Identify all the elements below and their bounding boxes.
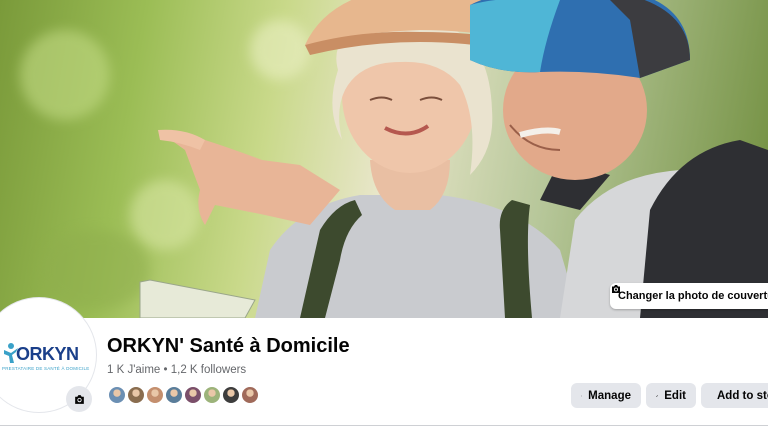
orkyn-logo: ORKYN PRESTATAIRE DE SANTÉ À DOMICILE: [0, 338, 92, 378]
page-stats[interactable]: 1 K J'aime • 1,2 K followers: [107, 364, 246, 376]
pencil-icon: [656, 394, 659, 397]
friend-avatars[interactable]: [107, 385, 260, 405]
page-title: ORKYN' Santé à Domicile: [107, 335, 350, 357]
camera-icon: [612, 285, 620, 293]
add-to-story-label: Add to story: [717, 389, 768, 402]
logo-subtext: PRESTATAIRE DE SANTÉ À DOMICILE: [2, 366, 90, 371]
manage-label: Manage: [588, 389, 631, 402]
friend-avatar[interactable]: [107, 385, 127, 405]
friend-avatar[interactable]: [240, 385, 260, 405]
friend-avatar[interactable]: [126, 385, 146, 405]
divider: [0, 425, 768, 426]
add-to-story-button[interactable]: Add to story: [701, 383, 768, 408]
change-cover-label: Changer la photo de couverture: [618, 290, 768, 302]
cover-photo[interactable]: Changer la photo de couverture: [0, 0, 768, 318]
camera-icon: [74, 394, 84, 404]
logo-text: ORKYN: [16, 344, 79, 364]
friend-avatar[interactable]: [164, 385, 184, 405]
friend-avatar[interactable]: [145, 385, 165, 405]
edit-label: Edit: [664, 389, 686, 402]
manage-icon: [581, 395, 583, 396]
manage-button[interactable]: Manage: [571, 383, 641, 408]
friend-avatar[interactable]: [183, 385, 203, 405]
profile-camera-button[interactable]: [66, 386, 92, 412]
cover-illustration: [139, 0, 768, 318]
friend-avatar[interactable]: [202, 385, 222, 405]
edit-button[interactable]: Edit: [646, 383, 696, 408]
friend-avatar[interactable]: [221, 385, 241, 405]
change-cover-button[interactable]: Changer la photo de couverture: [610, 283, 768, 309]
